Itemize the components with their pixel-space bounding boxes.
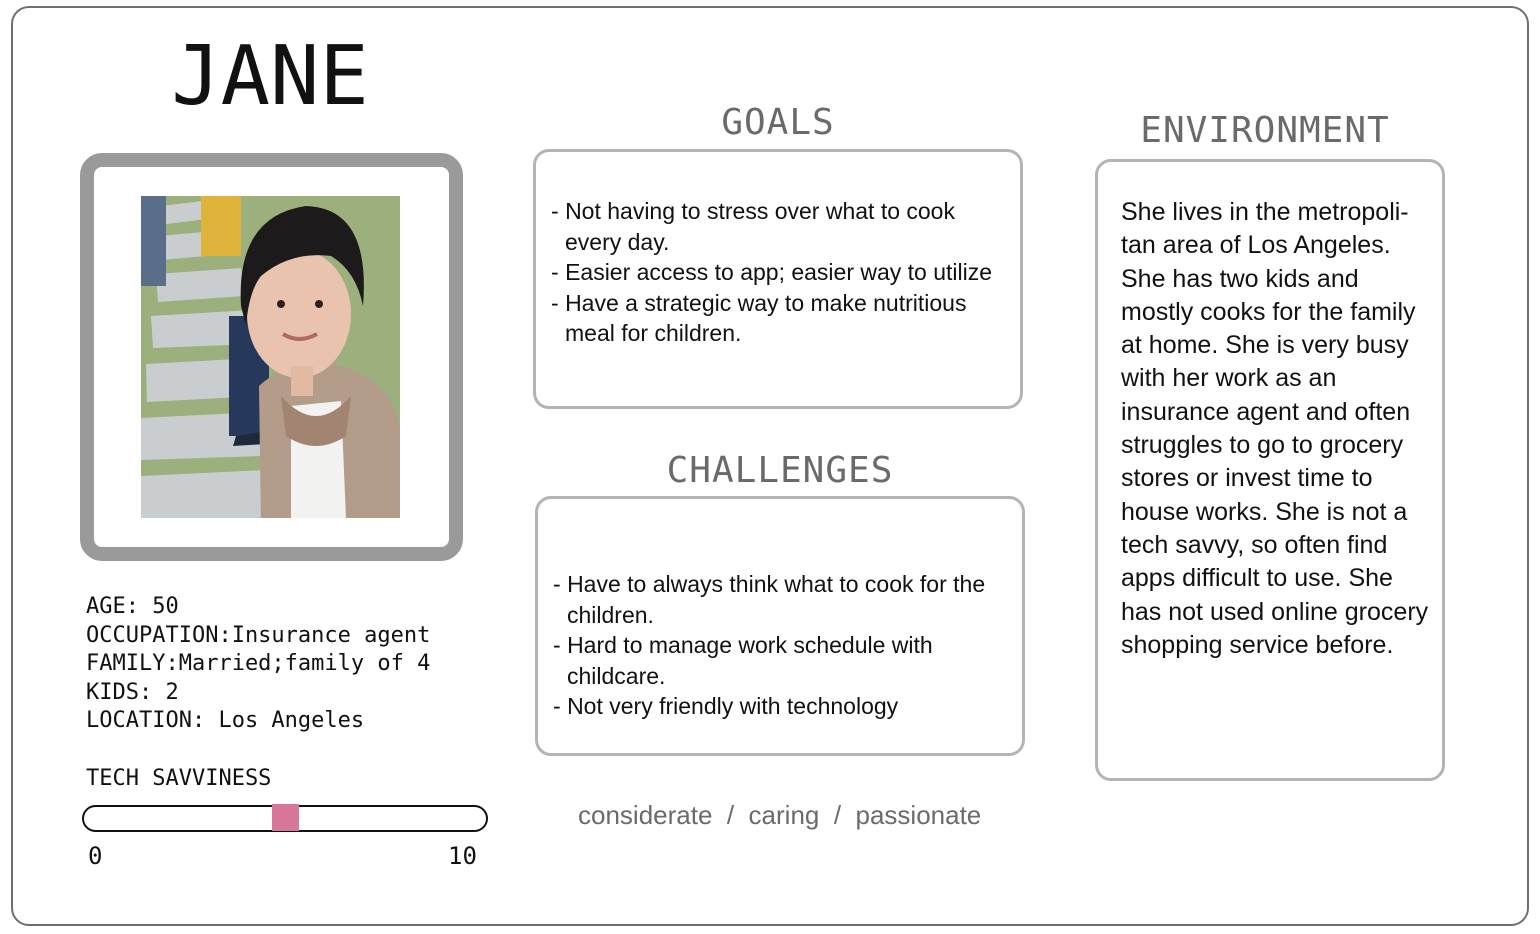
challenge-item: Have to always think what to cook for th… bbox=[553, 569, 1015, 630]
goal-item: Have a strategic way to make nutritious … bbox=[551, 288, 1011, 349]
persona-facts: AGE: 50 OCCUPATION:Insurance agent FAMIL… bbox=[86, 593, 506, 736]
goals-title: GOALS bbox=[721, 102, 835, 143]
challenges-list: Have to always think what to cook for th… bbox=[553, 569, 1015, 722]
personality-traits: considerate / caring / passionate bbox=[578, 800, 981, 831]
trait-considerate: considerate bbox=[578, 800, 713, 830]
tech-savviness-label: TECH SAVVINESS bbox=[86, 766, 272, 791]
challenges-title: CHALLENGES bbox=[666, 450, 894, 491]
trait-caring: caring bbox=[748, 800, 820, 830]
trait-separator: / bbox=[819, 800, 856, 830]
fact-age: AGE: 50 bbox=[86, 594, 179, 619]
environment-title: ENVIRONMENT bbox=[1140, 110, 1390, 151]
photo-frame bbox=[80, 153, 463, 561]
tech-scale-max: 10 bbox=[448, 842, 477, 870]
tech-savviness-thumb bbox=[271, 804, 299, 831]
trait-separator: / bbox=[712, 800, 749, 830]
fact-kids: KIDS: 2 bbox=[86, 679, 179, 705]
fact-occupation: OCCUPATION:Insurance agent bbox=[86, 622, 431, 648]
fact-location: LOCATION: Los Angeles bbox=[86, 708, 365, 733]
goals-list: Not having to stress over what to cook e… bbox=[551, 196, 1011, 349]
goal-item: Easier access to app; easier way to util… bbox=[551, 257, 1011, 288]
fact-family: FAMILY:Married;family of 4 bbox=[86, 651, 431, 676]
goal-item: Not having to stress over what to cook e… bbox=[551, 196, 1011, 257]
challenge-item: Hard to manage work schedule with childc… bbox=[553, 630, 1015, 691]
environment-text: She lives in the metropoli-tan area of L… bbox=[1121, 198, 1429, 659]
trait-passionate: passionate bbox=[855, 800, 982, 830]
persona-photo bbox=[141, 196, 400, 518]
challenge-item: Not very friendly with technology bbox=[553, 691, 1015, 722]
persona-name: JANE bbox=[171, 29, 369, 124]
tech-scale-min: 0 bbox=[88, 842, 103, 870]
